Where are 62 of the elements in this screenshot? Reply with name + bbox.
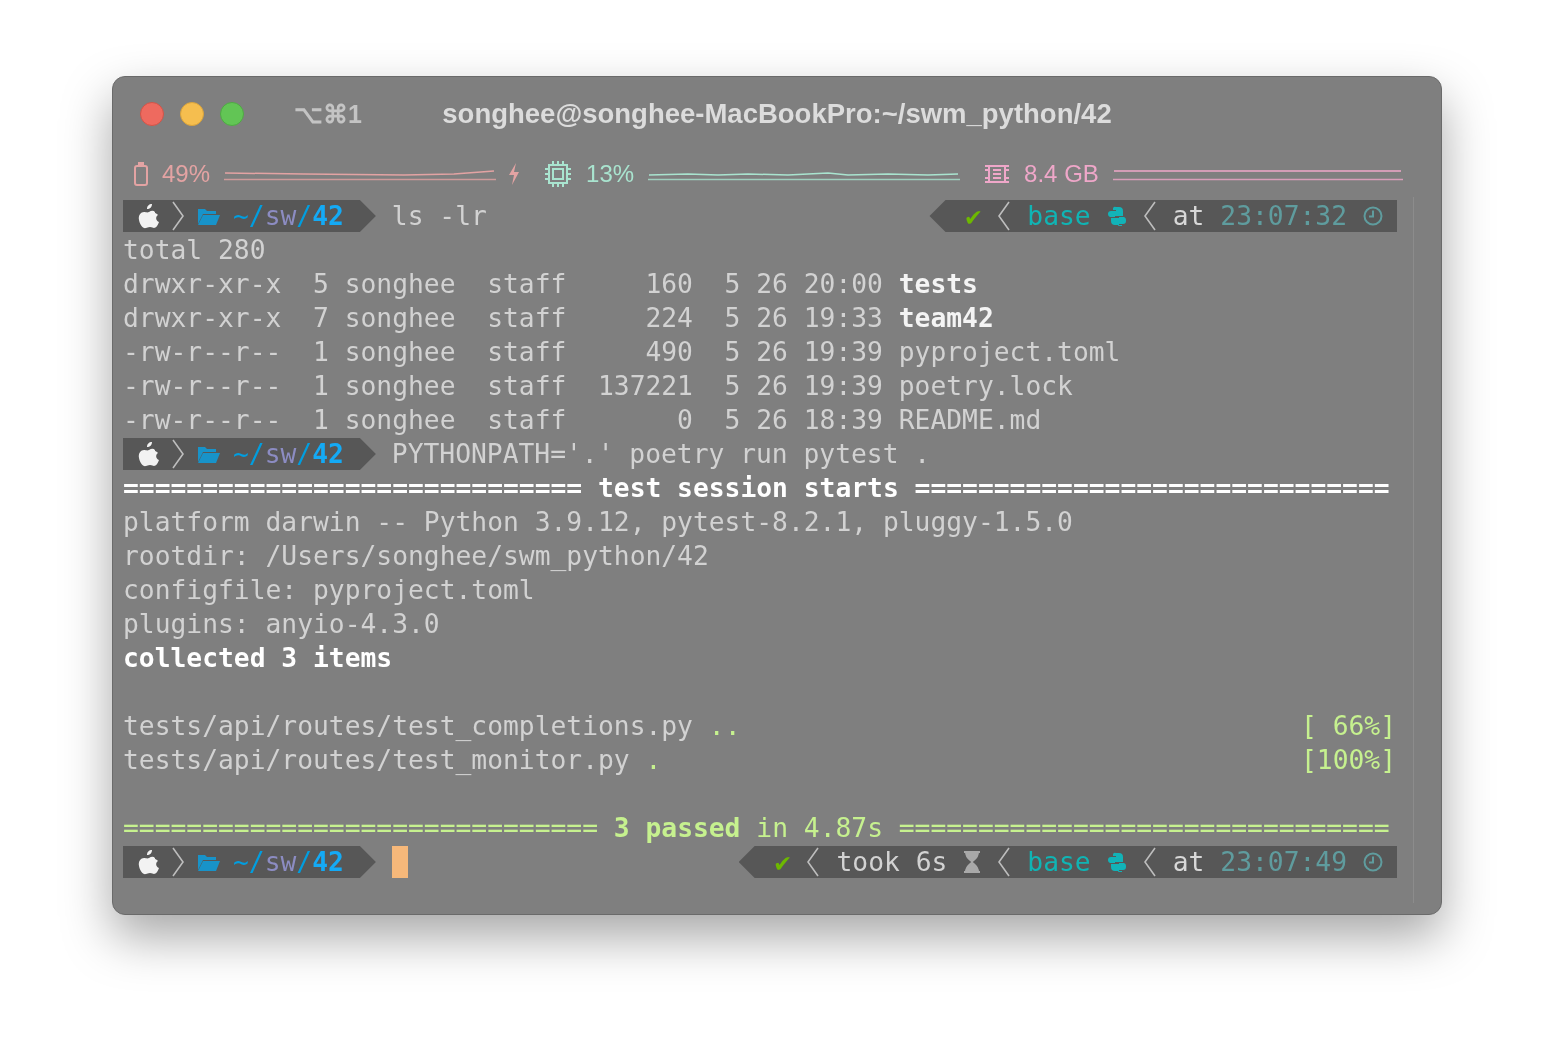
output-text: ============================= test session starts ============================== — [123, 473, 1390, 503]
apple-logo-icon — [137, 441, 159, 467]
timestamp: 23:07:32 — [1220, 201, 1347, 231]
output-text: configfile: pyproject.toml — [123, 575, 535, 605]
output-text: total 280 — [123, 235, 266, 265]
chevron-icon — [171, 846, 185, 878]
chevron-icon — [806, 846, 821, 878]
progress-percent: [ 66%] — [1301, 711, 1396, 741]
path-text: ~/sw/42 — [233, 847, 344, 877]
usage-value: 13% — [586, 160, 635, 188]
chevron-icon — [1142, 200, 1157, 232]
output-text: tests/api/routes/test_completions.py .. — [123, 711, 741, 741]
usage-value: 49% — [162, 160, 211, 188]
apple-logo-icon — [137, 849, 159, 875]
time-label: at — [1172, 847, 1205, 877]
output-text: plugins: anyio-4.3.0 — [123, 609, 440, 639]
chevron-icon — [997, 846, 1012, 878]
path-text: ~/sw/42 — [233, 201, 344, 231]
output-text: ============================== 3 passed in 4.87s =============================== — [123, 813, 1390, 843]
minimize-button[interactable] — [180, 102, 204, 126]
zoom-button[interactable] — [220, 102, 244, 126]
hourglass-icon — [963, 851, 982, 873]
output-text: platform darwin -- Python 3.9.12, pytest-8.2.1, pluggy-1.5.0 — [123, 507, 1073, 537]
environment-name: base — [1027, 847, 1091, 877]
window-title: songhee@songhee-MacBookPro:~/swm_python/42 — [442, 98, 1112, 129]
output-text: -rw-r--r-- 1 songhee staff 0 5 26 18:39 README.md — [123, 405, 1042, 435]
folder-icon — [197, 852, 221, 872]
command-text: ls -lr — [391, 201, 487, 231]
status-check: ✔ — [965, 201, 982, 231]
timestamp: 23:07:49 — [1220, 847, 1347, 877]
memory-icon — [984, 164, 1011, 184]
path-text: ~/sw/42 — [233, 439, 344, 469]
cpu-icon — [544, 160, 573, 188]
chevron-icon — [997, 200, 1012, 232]
chevron-icon — [171, 438, 185, 470]
python-icon — [1106, 206, 1127, 226]
folder-icon — [197, 444, 221, 464]
output-text: -rw-r--r-- 1 songhee staff 137221 5 26 19:39 poetry.lock — [123, 371, 1073, 401]
progress-percent: [100%] — [1301, 745, 1396, 775]
python-icon — [1106, 852, 1127, 872]
output-text: drwxr-xr-x 5 songhee staff 160 5 26 20:00 tests — [123, 269, 978, 299]
command-text: PYTHONPATH='.' poetry run pytest . — [391, 439, 931, 469]
clock-icon — [1363, 206, 1383, 226]
output-text: drwxr-xr-x 7 songhee staff 224 5 26 19:33 team42 — [123, 303, 994, 333]
environment-name: base — [1027, 201, 1091, 231]
apple-logo-icon — [137, 203, 159, 229]
chevron-icon — [171, 200, 185, 232]
clock-icon — [1363, 852, 1383, 872]
battery-icon — [134, 162, 148, 186]
usage-value: 8.4 GB — [1024, 160, 1099, 188]
output-text: -rw-r--r-- 1 songhee staff 490 5 26 19:39 pyproject.toml — [123, 337, 1121, 367]
lightning-bolt-icon — [508, 163, 521, 185]
time-label: at — [1172, 201, 1205, 231]
duration-text: took 6s — [836, 847, 948, 877]
folder-icon — [197, 206, 221, 226]
output-text: rootdir: /Users/songhee/swm_python/42 — [123, 541, 709, 571]
chevron-icon — [1142, 846, 1157, 878]
close-button[interactable] — [140, 102, 164, 126]
output-text: collected 3 items — [123, 643, 393, 673]
output-text: tests/api/routes/test_monitor.py . — [123, 745, 662, 775]
status-check: ✔ — [774, 847, 791, 877]
shortcut-label: ⌥⌘1 — [294, 99, 362, 129]
